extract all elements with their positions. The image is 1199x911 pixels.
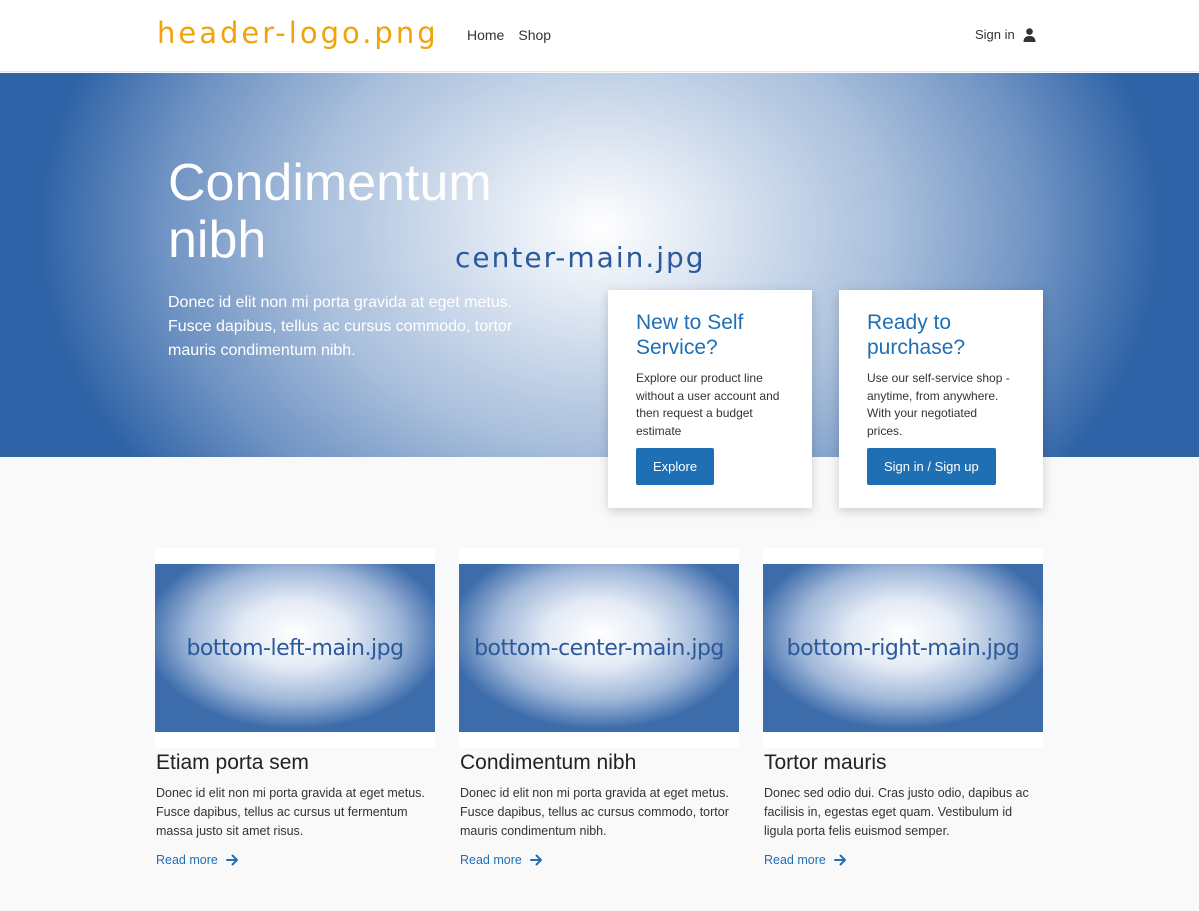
arrow-right-icon xyxy=(225,854,238,866)
card-text: Explore our product line without a user … xyxy=(636,371,780,438)
nav-home-link[interactable]: Home xyxy=(467,27,504,43)
explore-button[interactable]: Explore xyxy=(636,448,715,485)
hero-image-label: center-main.jpg xyxy=(455,241,706,274)
feature-image-label: bottom-left-main.jpg xyxy=(186,635,404,661)
card-ready-to-purchase: Ready to purchase? Use our self-service … xyxy=(839,290,1043,508)
read-more-label: Read more xyxy=(460,853,522,867)
feature-image: bottom-center-main.jpg xyxy=(459,564,739,732)
signin-label: Sign in xyxy=(975,27,1015,42)
card-title: New to Self Service? xyxy=(636,311,744,359)
signin-signup-button[interactable]: Sign in / Sign up xyxy=(867,448,996,485)
feature-image-label: bottom-center-main.jpg xyxy=(474,635,724,661)
read-more-link[interactable]: Read more xyxy=(155,853,435,867)
header-logo[interactable]: header-logo.png xyxy=(157,16,439,50)
feature-image: bottom-left-main.jpg xyxy=(155,564,435,732)
feature-title: Tortor mauris xyxy=(764,751,887,774)
signin-link[interactable]: Sign in xyxy=(975,27,1036,42)
nav-shop-link[interactable]: Shop xyxy=(518,27,551,43)
feature-title: Condimentum nibh xyxy=(460,751,637,774)
arrow-right-icon xyxy=(529,854,542,866)
read-more-label: Read more xyxy=(156,853,218,867)
feature-image: bottom-right-main.jpg xyxy=(763,564,1043,732)
read-more-label: Read more xyxy=(764,853,826,867)
feature-title: Etiam porta sem xyxy=(156,751,309,774)
feature-column-center: bottom-center-main.jpg Condimentum nibh … xyxy=(459,548,739,867)
feature-text: Donec id elit non mi porta gravida at eg… xyxy=(156,786,425,838)
feature-image-frame: bottom-left-main.jpg xyxy=(155,548,435,748)
user-icon xyxy=(1023,27,1036,42)
feature-image-label: bottom-right-main.jpg xyxy=(786,635,1020,661)
card-new-to-self-service: New to Self Service? Explore our product… xyxy=(608,290,812,508)
feature-text: Donec sed odio dui. Cras justo odio, dap… xyxy=(764,786,1029,838)
feature-image-frame: bottom-right-main.jpg xyxy=(763,548,1043,748)
arrow-right-icon xyxy=(833,854,846,866)
feature-text: Donec id elit non mi porta gravida at eg… xyxy=(460,786,729,838)
hero-subtitle: Donec id elit non mi porta gravida at eg… xyxy=(168,294,513,359)
feature-image-frame: bottom-center-main.jpg xyxy=(459,548,739,748)
read-more-link[interactable]: Read more xyxy=(459,853,739,867)
feature-column-left: bottom-left-main.jpg Etiam porta sem Don… xyxy=(155,548,435,867)
card-text: Use our self-service shop - anytime, fro… xyxy=(867,371,1010,438)
feature-column-right: bottom-right-main.jpg Tortor mauris Done… xyxy=(763,548,1043,867)
main-nav: Home Shop xyxy=(467,27,551,43)
site-header: header-logo.png Home Shop Sign in xyxy=(0,0,1199,72)
read-more-link[interactable]: Read more xyxy=(763,853,1043,867)
card-title: Ready to purchase? xyxy=(867,311,966,359)
